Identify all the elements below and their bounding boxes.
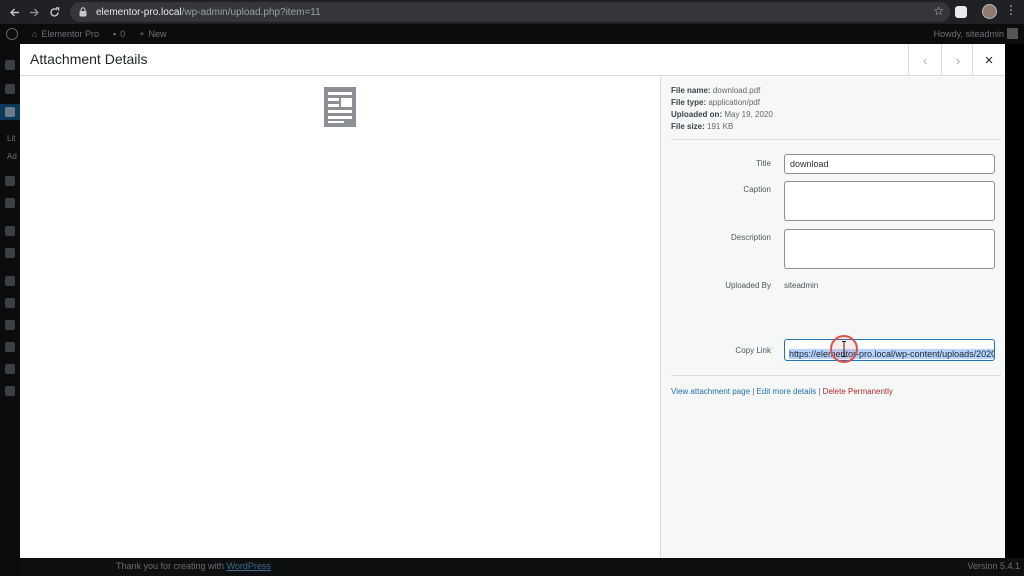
delete-permanently-link[interactable]: Delete Permanently bbox=[823, 387, 893, 396]
uploaded-on-row: Uploaded on: May 19, 2020 bbox=[671, 109, 773, 121]
comments-count: 0 bbox=[120, 29, 126, 39]
menu-text-add[interactable]: Ad bbox=[7, 152, 17, 161]
attachment-actions: View attachment page | Edit more details… bbox=[671, 387, 893, 396]
uploaded-on-label: Uploaded on: bbox=[671, 110, 723, 119]
bookmark-star-icon[interactable]: ☆ bbox=[933, 4, 944, 18]
extension-icon[interactable] bbox=[955, 6, 967, 18]
title-label: Title bbox=[756, 159, 771, 168]
howdy-user[interactable]: Howdy, siteadmin bbox=[934, 29, 1004, 39]
wordpress-logo-icon[interactable] bbox=[6, 28, 18, 40]
chevron-left-icon: ‹ bbox=[922, 52, 928, 68]
browser-toolbar: elementor-pro.local/wp-admin/upload.php?… bbox=[0, 0, 1024, 24]
next-attachment-button[interactable]: › bbox=[941, 44, 974, 76]
view-attachment-link[interactable]: View attachment page bbox=[671, 387, 750, 396]
uploaded-by-label: Uploaded By bbox=[725, 281, 771, 290]
user-avatar-icon bbox=[1007, 28, 1018, 39]
posts-pin-icon[interactable] bbox=[5, 84, 15, 94]
file-size-row: File size: 191 KB bbox=[671, 121, 773, 133]
divider bbox=[671, 139, 1001, 140]
file-name-label: File name: bbox=[671, 86, 711, 95]
file-size-label: File size: bbox=[671, 122, 705, 131]
document-icon bbox=[324, 87, 356, 127]
caption-label: Caption bbox=[743, 185, 771, 194]
copy-link-selected-text: https://elementor-pro.local/wp-content/u… bbox=[789, 349, 994, 359]
lock-icon bbox=[78, 6, 88, 18]
uploaded-by-value: siteadmin bbox=[784, 281, 819, 290]
url-path: /wp-admin/upload.php?item=11 bbox=[181, 6, 321, 18]
attachment-preview bbox=[20, 77, 660, 558]
file-name-row: File name: download.pdf bbox=[671, 85, 773, 97]
title-input[interactable]: download bbox=[784, 154, 995, 174]
templates-icon[interactable] bbox=[5, 248, 15, 258]
wp-footer: Thank you for creating with WordPress Ve… bbox=[20, 558, 1024, 576]
footer-thanks-text: Thank you for creating with bbox=[116, 561, 227, 571]
previous-attachment-button[interactable]: ‹ bbox=[908, 44, 941, 76]
reload-icon[interactable] bbox=[44, 0, 64, 24]
file-size-value: 191 KB bbox=[707, 122, 734, 131]
appearance-icon[interactable] bbox=[5, 276, 15, 286]
url-host: elementor-pro.local bbox=[96, 6, 182, 18]
pages-icon[interactable] bbox=[5, 176, 15, 186]
address-bar[interactable]: elementor-pro.local/wp-admin/upload.php?… bbox=[70, 2, 950, 22]
footer-version: Version 5.4.1 bbox=[967, 561, 1020, 571]
plus-icon: + bbox=[139, 29, 145, 39]
comments-icon[interactable] bbox=[5, 198, 15, 208]
uploaded-on-value: May 19, 2020 bbox=[724, 110, 773, 119]
edit-details-link[interactable]: Edit more details bbox=[757, 387, 817, 396]
comment-bubble-icon: ▪ bbox=[112, 29, 117, 39]
file-meta: File name: download.pdf File type: appli… bbox=[671, 85, 773, 133]
caption-textarea[interactable] bbox=[784, 181, 995, 221]
description-label: Description bbox=[730, 233, 771, 242]
profile-avatar[interactable] bbox=[982, 4, 997, 19]
forward-arrow-icon[interactable] bbox=[24, 0, 44, 24]
new-label: New bbox=[148, 29, 167, 39]
text-cursor-icon bbox=[842, 341, 846, 357]
close-modal-button[interactable]: × bbox=[972, 44, 1005, 76]
wordpress-link[interactable]: WordPress bbox=[227, 561, 271, 571]
settings-icon[interactable] bbox=[5, 364, 15, 374]
plugins-icon[interactable] bbox=[5, 298, 15, 308]
close-icon: × bbox=[984, 51, 994, 69]
users-icon[interactable] bbox=[5, 320, 15, 330]
divider bbox=[671, 375, 1001, 376]
wp-admin-menu: Lit Ad bbox=[0, 44, 20, 576]
footer-thanks: Thank you for creating with WordPress bbox=[116, 561, 271, 571]
copy-link-input[interactable]: https://elementor-pro.local/wp-content/u… bbox=[784, 339, 995, 361]
attachment-info-sidebar: File name: download.pdf File type: appli… bbox=[660, 77, 1005, 558]
adminbar-new[interactable]: + New bbox=[139, 29, 166, 39]
collapse-menu-icon[interactable] bbox=[5, 386, 15, 396]
adminbar-site[interactable]: ⌂ Elementor Pro bbox=[32, 29, 99, 39]
modal-title: Attachment Details bbox=[30, 51, 148, 67]
home-icon: ⌂ bbox=[32, 29, 38, 39]
file-type-row: File type: application/pdf bbox=[671, 97, 773, 109]
file-type-value: application/pdf bbox=[708, 98, 760, 107]
site-name: Elementor Pro bbox=[41, 29, 99, 39]
file-name-value: download.pdf bbox=[712, 86, 761, 95]
browser-menu-icon[interactable]: ⋮ bbox=[1005, 3, 1017, 17]
elementor-icon[interactable] bbox=[5, 226, 15, 236]
back-arrow-icon[interactable] bbox=[4, 0, 24, 24]
dashboard-icon[interactable] bbox=[5, 60, 15, 70]
tools-icon[interactable] bbox=[5, 342, 15, 352]
menu-text-library[interactable]: Lit bbox=[7, 134, 15, 143]
file-type-label: File type: bbox=[671, 98, 707, 107]
copy-link-label: Copy Link bbox=[735, 346, 771, 355]
attachment-details-modal: Attachment Details ‹ › × File name: down… bbox=[20, 44, 1005, 558]
adminbar-comments[interactable]: ▪ 0 bbox=[113, 29, 125, 39]
modal-header: Attachment Details ‹ › × bbox=[20, 44, 1005, 76]
wp-admin-bar: ⌂ Elementor Pro ▪ 0 + New Howdy, siteadm… bbox=[0, 24, 1024, 44]
description-textarea[interactable] bbox=[784, 229, 995, 269]
chevron-right-icon: › bbox=[955, 52, 961, 68]
media-icon[interactable] bbox=[5, 107, 15, 117]
